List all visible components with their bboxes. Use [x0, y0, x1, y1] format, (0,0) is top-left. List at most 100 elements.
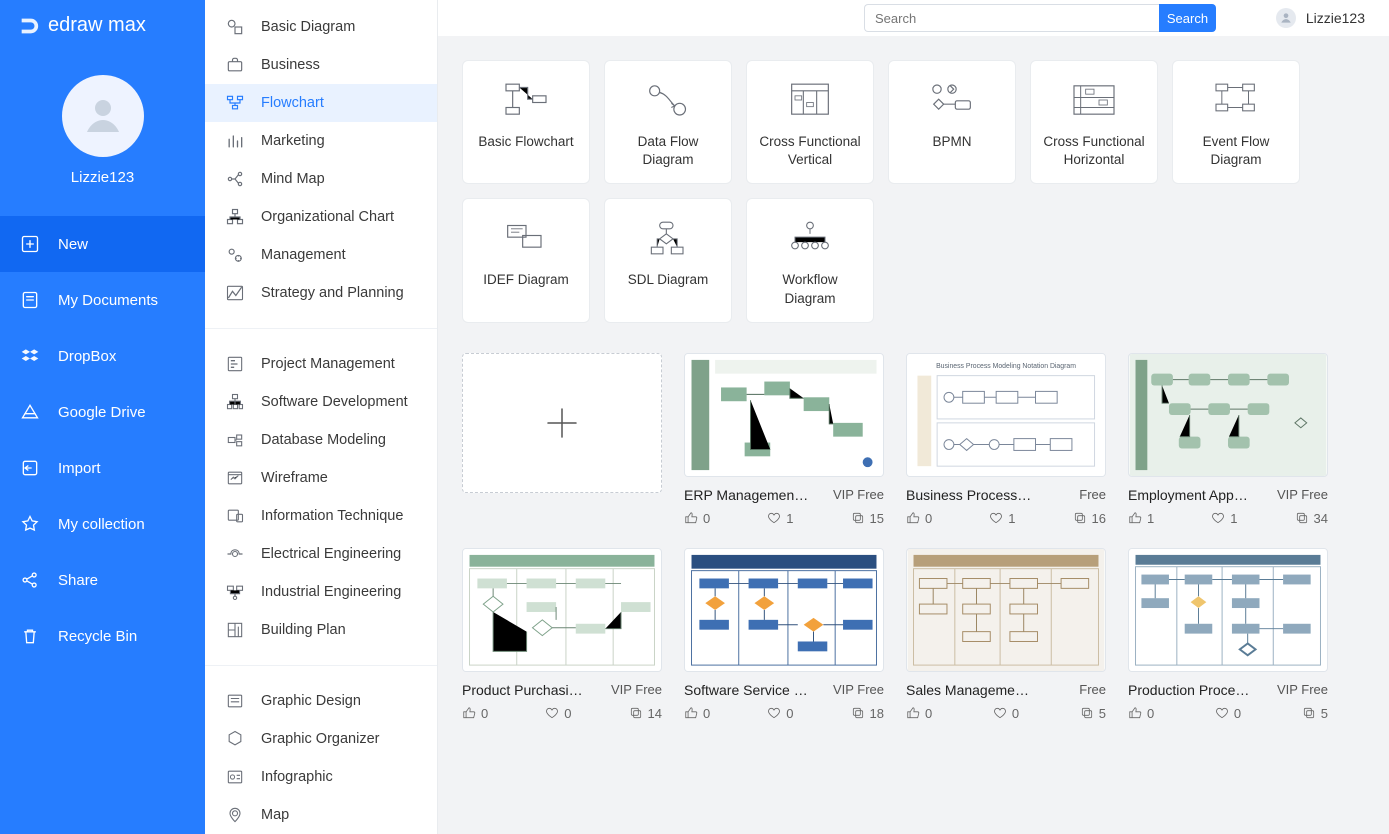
likes[interactable]: 0	[906, 706, 932, 721]
cat-wireframe[interactable]: Wireframe	[205, 459, 437, 497]
topbar-user[interactable]: Lizzie123	[1276, 8, 1365, 28]
tile-basic-flowchart[interactable]: Basic Flowchart	[462, 60, 590, 184]
cat-marketing[interactable]: Marketing	[205, 122, 437, 160]
template-card[interactable]: Product Purchasi…VIP Free 0 0 14	[462, 548, 662, 721]
clones[interactable]: 18	[851, 706, 884, 721]
drive-icon	[20, 402, 40, 422]
avatar[interactable]	[62, 75, 144, 157]
nav: New My Documents DropBox Google Drive Im…	[0, 204, 205, 664]
favs[interactable]: 0	[767, 706, 793, 721]
likes[interactable]: 0	[684, 511, 710, 526]
cat-electrical[interactable]: Electrical Engineering	[205, 535, 437, 573]
cat-strategy[interactable]: Strategy and Planning	[205, 274, 437, 312]
tpl-badge: VIP Free	[1277, 487, 1328, 502]
template-card[interactable]: Production Proce…VIP Free 0 0 5	[1128, 548, 1328, 721]
tile-sdl[interactable]: SDL Diagram	[604, 198, 732, 322]
heart-icon	[545, 706, 559, 720]
likes[interactable]: 0	[1128, 706, 1154, 721]
tile-dfd[interactable]: Data Flow Diagram	[604, 60, 732, 184]
favs[interactable]: 1	[989, 511, 1015, 526]
cat-management[interactable]: Management	[205, 236, 437, 274]
clones[interactable]: 34	[1295, 511, 1328, 526]
favs[interactable]: 1	[1211, 511, 1237, 526]
nav-dropbox[interactable]: DropBox	[0, 328, 205, 384]
cat-project-mgmt[interactable]: Project Management	[205, 345, 437, 383]
tile-label: Event Flow Diagram	[1181, 133, 1291, 169]
cat-map[interactable]: Map	[205, 796, 437, 834]
nav-my-collection[interactable]: My collection	[0, 496, 205, 552]
tile-bpmn[interactable]: BPMN	[888, 60, 1016, 184]
cat-org-chart[interactable]: Organizational Chart	[205, 198, 437, 236]
tpl-name: Business Process Mo…	[906, 487, 1032, 503]
template-card[interactable]: Sales Management C…Free 0 0 5	[906, 548, 1106, 721]
tile-cfh[interactable]: Cross Functional Horizontal	[1030, 60, 1158, 184]
tile-workflow[interactable]: Workflow Diagram	[746, 198, 874, 322]
org-icon	[225, 207, 245, 227]
favs[interactable]: 1	[767, 511, 793, 526]
clones[interactable]: 5	[1302, 706, 1328, 721]
nav-my-documents[interactable]: My Documents	[0, 272, 205, 328]
cat-info-tech[interactable]: Information Technique	[205, 497, 437, 535]
strategy-icon	[225, 283, 245, 303]
cat-industrial[interactable]: Industrial Engineering	[205, 573, 437, 611]
tpl-badge: Free	[1079, 487, 1106, 502]
likes[interactable]: 0	[906, 511, 932, 526]
document-icon	[20, 290, 40, 310]
clones[interactable]: 16	[1073, 511, 1106, 526]
heart-icon	[1211, 511, 1225, 525]
template-card[interactable]: ERP Managemen…VIP Free 0 1 15	[684, 353, 884, 526]
tile-label: IDEF Diagram	[483, 271, 569, 289]
nav-share[interactable]: Share	[0, 552, 205, 608]
cat-label: Marketing	[261, 133, 325, 149]
clones[interactable]: 5	[1080, 706, 1106, 721]
cat-basic-diagram[interactable]: Basic Diagram	[205, 8, 437, 46]
cat-label: Management	[261, 247, 346, 263]
cat-infographic[interactable]: Infographic	[205, 758, 437, 796]
sidebar-categories: Basic Diagram Business Flowchart Marketi…	[205, 0, 438, 834]
cat-mind-map[interactable]: Mind Map	[205, 160, 437, 198]
nav-import[interactable]: Import	[0, 440, 205, 496]
tile-efd[interactable]: Event Flow Diagram	[1172, 60, 1300, 184]
likes[interactable]: 0	[462, 706, 488, 721]
cat-label: Basic Diagram	[261, 19, 355, 35]
template-card[interactable]: Employment App…VIP Free 1 1 34	[1128, 353, 1328, 526]
likes[interactable]: 0	[684, 706, 710, 721]
thumb-blank	[462, 353, 662, 493]
tile-label: Workflow Diagram	[755, 271, 865, 307]
search-button[interactable]: Search	[1159, 4, 1216, 32]
tile-cfv[interactable]: Cross Functional Vertical	[746, 60, 874, 184]
user-icon	[1279, 11, 1293, 25]
cat-software-dev[interactable]: Software Development	[205, 383, 437, 421]
nav-new[interactable]: New	[0, 216, 205, 272]
tile-idef[interactable]: IDEF Diagram	[462, 198, 590, 322]
tile-icon	[785, 77, 835, 123]
tile-label: SDL Diagram	[628, 271, 709, 289]
cat-graphic-organizer[interactable]: Graphic Organizer	[205, 720, 437, 758]
app-logo: edraw max	[0, 0, 205, 51]
template-card[interactable]: Software Service …VIP Free 0 0 18	[684, 548, 884, 721]
clones[interactable]: 15	[851, 511, 884, 526]
cat-graphic-design[interactable]: Graphic Design	[205, 682, 437, 720]
favs[interactable]: 0	[993, 706, 1019, 721]
cat-building[interactable]: Building Plan	[205, 611, 437, 649]
likes[interactable]: 1	[1128, 511, 1154, 526]
cat-business[interactable]: Business	[205, 46, 437, 84]
copy-icon	[1302, 706, 1316, 720]
cat-label: Infographic	[261, 769, 333, 785]
search-input[interactable]	[864, 4, 1159, 32]
clones[interactable]: 14	[629, 706, 662, 721]
nav-recycle-bin[interactable]: Recycle Bin	[0, 608, 205, 664]
cat-database[interactable]: Database Modeling	[205, 421, 437, 459]
cat-flowchart[interactable]: Flowchart	[205, 84, 437, 122]
template-card[interactable]: Business Process Modeling Notation Diagr…	[906, 353, 1106, 526]
nav-google-drive[interactable]: Google Drive	[0, 384, 205, 440]
industrial-icon	[225, 582, 245, 602]
thumb-up-icon	[1128, 706, 1142, 720]
template-blank[interactable]	[462, 353, 662, 493]
tile-label: Data Flow Diagram	[613, 133, 723, 169]
favs[interactable]: 0	[545, 706, 571, 721]
nav-label: DropBox	[58, 348, 116, 365]
topbar-username: Lizzie123	[1306, 10, 1365, 26]
favs[interactable]: 0	[1215, 706, 1241, 721]
graphic-icon	[225, 691, 245, 711]
